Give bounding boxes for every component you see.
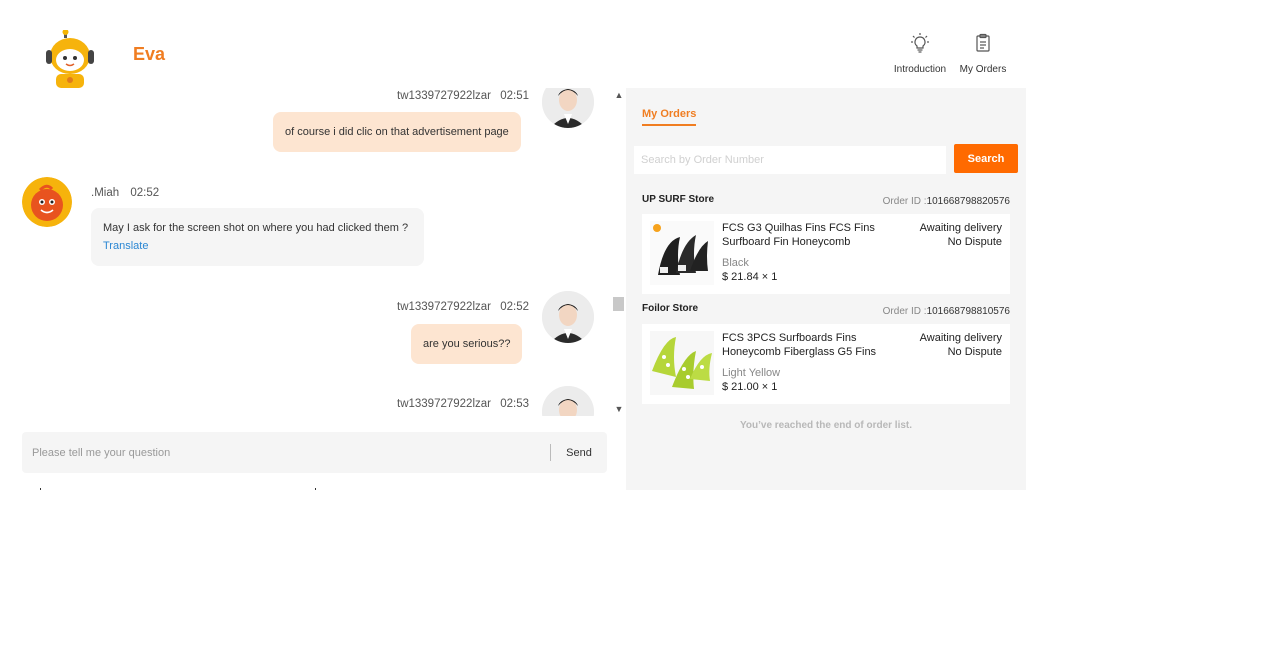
order-id-number: 101668798820576 <box>926 196 1010 207</box>
clipboard-icon <box>973 32 993 54</box>
product-image <box>650 221 714 285</box>
my-orders-button[interactable]: My Orders <box>948 32 1018 75</box>
scroll-down-icon[interactable]: ▼ <box>612 404 626 416</box>
store-name: UP SURF Store <box>642 194 715 205</box>
chat-scrollbar[interactable]: ▲ ▼ <box>612 88 626 418</box>
message-sender: .Miah <box>91 187 120 199</box>
message-sender: tw1339727922lzar <box>397 90 491 102</box>
message-time: 02:52 <box>500 301 529 313</box>
bottom-marks <box>40 488 316 490</box>
agent-avatar <box>22 177 72 227</box>
introduction-label: Introduction <box>893 64 947 75</box>
order-card[interactable]: FCS 3PCS Surfboards Fins Honeycomb Fiber… <box>642 324 1010 404</box>
tab-underline <box>642 124 696 126</box>
agent-message-bubble: May I ask for the screen shot on where y… <box>91 208 424 266</box>
agent-message-text: May I ask for the screen shot on where y… <box>103 222 409 234</box>
tab-my-orders[interactable]: My Orders <box>642 108 696 120</box>
header: Eva Introduction My Orders <box>2 4 1026 88</box>
order-search-input[interactable] <box>634 146 946 174</box>
order-card[interactable]: FCS G3 Quilhas Fins FCS Fins Surfboard F… <box>642 214 1010 294</box>
message-meta: tw1339727922lzar 02:52 <box>397 301 529 313</box>
chat-input[interactable] <box>22 432 550 473</box>
product-title: FCS 3PCS Surfboards Fins Honeycomb Fiber… <box>722 332 877 358</box>
message-sender: tw1339727922lzar <box>397 398 491 410</box>
product-price: $ 21.00 × 1 <box>722 381 778 393</box>
send-button[interactable]: Send <box>551 432 607 473</box>
message-meta: tw1339727922lzar 02:51 <box>397 90 529 102</box>
bot-avatar <box>42 30 98 88</box>
product-price: $ 21.84 × 1 <box>722 271 778 283</box>
order-id: Order ID :101668798810576 <box>883 306 1010 317</box>
chat-messages[interactable]: tw1339727922lzar 02:51 of course i did c… <box>2 88 612 416</box>
orders-pane: My Orders Search UP SURF Store Order ID … <box>626 88 1026 490</box>
chat-pane: tw1339727922lzar 02:51 of course i did c… <box>2 88 626 490</box>
user-avatar <box>542 88 594 128</box>
product-variant: Light Yellow <box>722 367 781 379</box>
order-status: Awaiting delivery No Dispute <box>920 331 1002 359</box>
chat-input-bar: Send <box>22 432 607 473</box>
order-status: Awaiting delivery No Dispute <box>920 221 1002 249</box>
end-of-list-note: You’ve reached the end of order list. <box>739 420 913 431</box>
user-avatar <box>542 386 594 416</box>
product-image <box>650 331 714 395</box>
dispute-status: No Dispute <box>947 236 1002 248</box>
message-sender: tw1339727922lzar <box>397 301 491 313</box>
order-id-number: 101668798810576 <box>926 306 1010 317</box>
introduction-button[interactable]: Introduction <box>885 32 955 75</box>
message-meta: .Miah 02:52 <box>91 187 159 199</box>
message-meta: tw1339727922lzar 02:53 <box>397 398 529 410</box>
message-time: 02:53 <box>500 398 529 410</box>
message-time: 02:52 <box>130 187 160 199</box>
bot-name: Eva <box>133 44 166 64</box>
order-id-label: Order ID : <box>882 306 927 317</box>
user-avatar <box>542 291 594 343</box>
product-title: FCS G3 Quilhas Fins FCS Fins Surfboard F… <box>722 222 875 248</box>
search-button[interactable]: Search <box>954 144 1018 173</box>
user-message-bubble: are you serious?? <box>411 324 523 364</box>
dispute-status: No Dispute <box>947 346 1002 358</box>
scroll-up-icon[interactable]: ▲ <box>612 90 626 102</box>
delivery-status: Awaiting delivery <box>919 332 1002 344</box>
message-time: 02:51 <box>500 90 529 102</box>
user-message-bubble: of course i did clic on that advertiseme… <box>273 112 521 152</box>
lightbulb-icon <box>910 32 930 54</box>
product-variant: Black <box>722 257 749 269</box>
scrollbar-thumb[interactable] <box>613 297 624 311</box>
my-orders-label: My Orders <box>959 64 1007 75</box>
order-id-label: Order ID : <box>882 196 927 207</box>
translate-link[interactable]: Translate <box>103 240 412 252</box>
store-name: Foilor Store <box>642 303 699 314</box>
order-id: Order ID :101668798820576 <box>883 196 1010 207</box>
delivery-status: Awaiting delivery <box>919 222 1002 234</box>
customer-service-window: Eva Introduction My Orders tw1339727922l… <box>2 4 1026 490</box>
